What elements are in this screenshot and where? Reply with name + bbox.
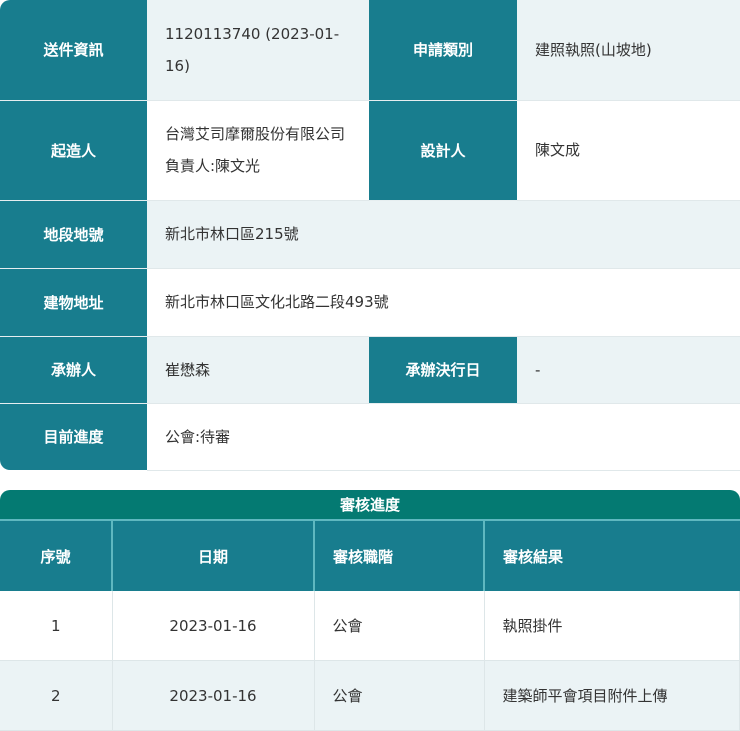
address-value: 新北市林口區文化北路二段493號 [147, 268, 740, 337]
progress-label: 目前進度 [0, 403, 147, 470]
handler-value: 崔懋森 [147, 336, 369, 404]
progress-value: 公會:待審 [147, 403, 740, 471]
row-date: 2023-01-16 [112, 591, 315, 661]
row-level: 公會 [314, 660, 485, 731]
review-progress-table: 序號 日期 審核職階 審核結果 1 2023-01-16 公會 執照掛件 2 2… [0, 521, 740, 731]
column-header-level: 審核職階 [314, 521, 485, 591]
permit-info-table: 送件資訊 1120113740 (2023-01-16) 申請類別 建照執照(山… [0, 0, 740, 471]
review-progress-section: 審核進度 序號 日期 審核職階 審核結果 1 2023-01-16 公會 執照掛… [0, 490, 740, 731]
address-label: 建物地址 [0, 268, 147, 337]
submission-value: 1120113740 (2023-01-16) [147, 0, 369, 101]
column-header-date: 日期 [112, 521, 315, 591]
table-row: 1 2023-01-16 公會 執照掛件 [0, 591, 740, 661]
builder-value: 台灣艾司摩爾股份有限公司負責人:陳文光 [147, 100, 369, 201]
application-type-label: 申請類別 [369, 0, 517, 101]
review-progress-title: 審核進度 [0, 490, 740, 521]
designer-label: 設計人 [369, 100, 517, 201]
row-date: 2023-01-16 [112, 660, 315, 731]
row-level: 公會 [314, 591, 485, 661]
application-type-value: 建照執照(山坡地) [517, 0, 740, 101]
builder-label: 起造人 [0, 100, 147, 201]
designer-value: 陳文成 [517, 100, 740, 201]
decision-date-label: 承辦決行日 [369, 336, 517, 404]
column-header-number: 序號 [0, 521, 113, 591]
handler-label: 承辦人 [0, 336, 147, 404]
decision-date-value: - [517, 336, 740, 404]
row-result: 執照掛件 [484, 591, 740, 661]
column-header-result: 審核結果 [484, 521, 740, 591]
row-number: 1 [0, 591, 113, 661]
row-result: 建築師平會項目附件上傳 [484, 660, 740, 731]
submission-label: 送件資訊 [0, 0, 147, 101]
row-number: 2 [0, 660, 113, 731]
table-row: 2 2023-01-16 公會 建築師平會項目附件上傳 [0, 660, 740, 731]
lot-label: 地段地號 [0, 200, 147, 269]
lot-value: 新北市林口區215號 [147, 200, 740, 269]
